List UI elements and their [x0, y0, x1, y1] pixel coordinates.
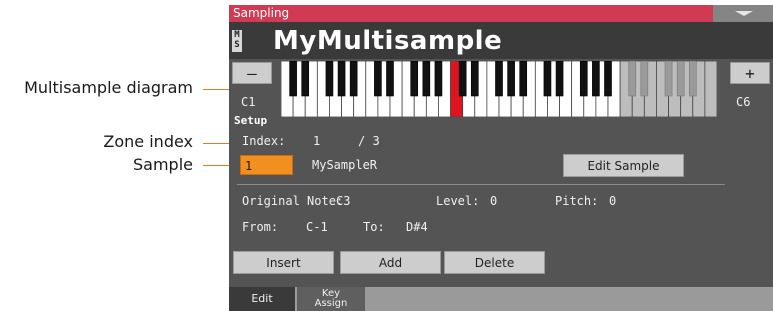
setup-section-label: Setup: [234, 114, 268, 127]
callout-zone-index: Zone index: [103, 132, 193, 151]
black-key-G#5[interactable]: [676, 61, 685, 97]
edit-sample-button[interactable]: Edit Sample: [563, 154, 684, 177]
level-value[interactable]: 0: [490, 194, 497, 208]
black-key-A#5[interactable]: [688, 61, 697, 97]
multisample-header: MS MyMultisample: [229, 22, 773, 59]
black-key-C#3[interactable]: [458, 61, 467, 97]
black-key-D#2[interactable]: [386, 61, 394, 97]
original-note-label: Original Note:: [242, 194, 344, 208]
zoom-in-button[interactable]: +: [730, 62, 770, 84]
sampling-screen: Sampling MS MyMultisample – + C1 C6 Setu…: [229, 5, 773, 311]
keyboard-low-label: C1: [241, 95, 256, 109]
black-key-F#2[interactable]: [410, 61, 419, 97]
black-key-C#2[interactable]: [374, 61, 382, 97]
tab-edit-label: Edit: [251, 292, 273, 305]
black-key-A#3[interactable]: [519, 61, 528, 97]
sample-number-field[interactable]: 1: [240, 155, 293, 175]
black-key-G#1[interactable]: [337, 61, 346, 97]
zone-index-value[interactable]: 1: [313, 134, 320, 148]
to-label: To:: [363, 220, 385, 234]
black-key-C#4[interactable]: [543, 61, 552, 97]
black-key-A#4[interactable]: [604, 61, 612, 97]
zone-index-total: / 3: [358, 134, 380, 148]
black-key-F#5[interactable]: [664, 61, 673, 97]
black-key-D#5[interactable]: [640, 61, 649, 97]
title-bar: Sampling: [229, 5, 773, 22]
multisample-icon: MS: [232, 30, 242, 52]
white-key-C6[interactable]: [704, 61, 717, 117]
black-key-A#1[interactable]: [349, 61, 358, 97]
tab-key-assign-label-2: Assign: [314, 298, 348, 309]
tab-edit[interactable]: Edit: [229, 287, 295, 311]
insert-button[interactable]: Insert: [233, 251, 334, 274]
black-key-C#5[interactable]: [628, 61, 637, 97]
delete-button[interactable]: Delete: [444, 251, 545, 274]
black-key-G#4[interactable]: [592, 61, 600, 97]
black-key-A#2[interactable]: [434, 61, 443, 97]
level-label: Level:: [436, 194, 480, 208]
window-title: Sampling: [233, 6, 290, 20]
black-key-G#2[interactable]: [422, 61, 431, 97]
original-note-value[interactable]: C3: [336, 194, 350, 208]
black-key-D#3[interactable]: [470, 61, 479, 97]
black-key-F#1[interactable]: [325, 61, 334, 97]
to-value[interactable]: D#4: [406, 220, 428, 234]
callout-sample: Sample: [133, 155, 193, 174]
black-key-F#4[interactable]: [579, 61, 588, 97]
black-key-D#4[interactable]: [555, 61, 564, 97]
zoom-out-button[interactable]: –: [232, 62, 272, 84]
page-menu-button[interactable]: [713, 5, 773, 22]
keyboard-high-label: C6: [736, 95, 751, 109]
multisample-keyboard-diagram[interactable]: [281, 61, 717, 117]
sample-name: MySampleR: [312, 158, 378, 172]
divider: [237, 184, 725, 185]
black-key-D#1[interactable]: [301, 61, 310, 97]
add-button[interactable]: Add: [340, 251, 441, 274]
black-key-G#3[interactable]: [507, 61, 515, 97]
pitch-label: Pitch:: [555, 194, 599, 208]
black-key-F#3[interactable]: [495, 61, 503, 97]
from-value[interactable]: C-1: [306, 220, 328, 234]
callout-multisample-diagram: Multisample diagram: [24, 78, 193, 97]
tab-key-assign[interactable]: Key Assign: [297, 287, 365, 311]
zone-index-label: Index:: [242, 134, 286, 148]
multisample-name[interactable]: MyMultisample: [273, 26, 502, 56]
pitch-value[interactable]: 0: [609, 194, 616, 208]
from-label: From:: [242, 220, 279, 234]
black-key-C#1[interactable]: [289, 61, 297, 97]
tab-bar: Edit Key Assign: [229, 287, 773, 311]
